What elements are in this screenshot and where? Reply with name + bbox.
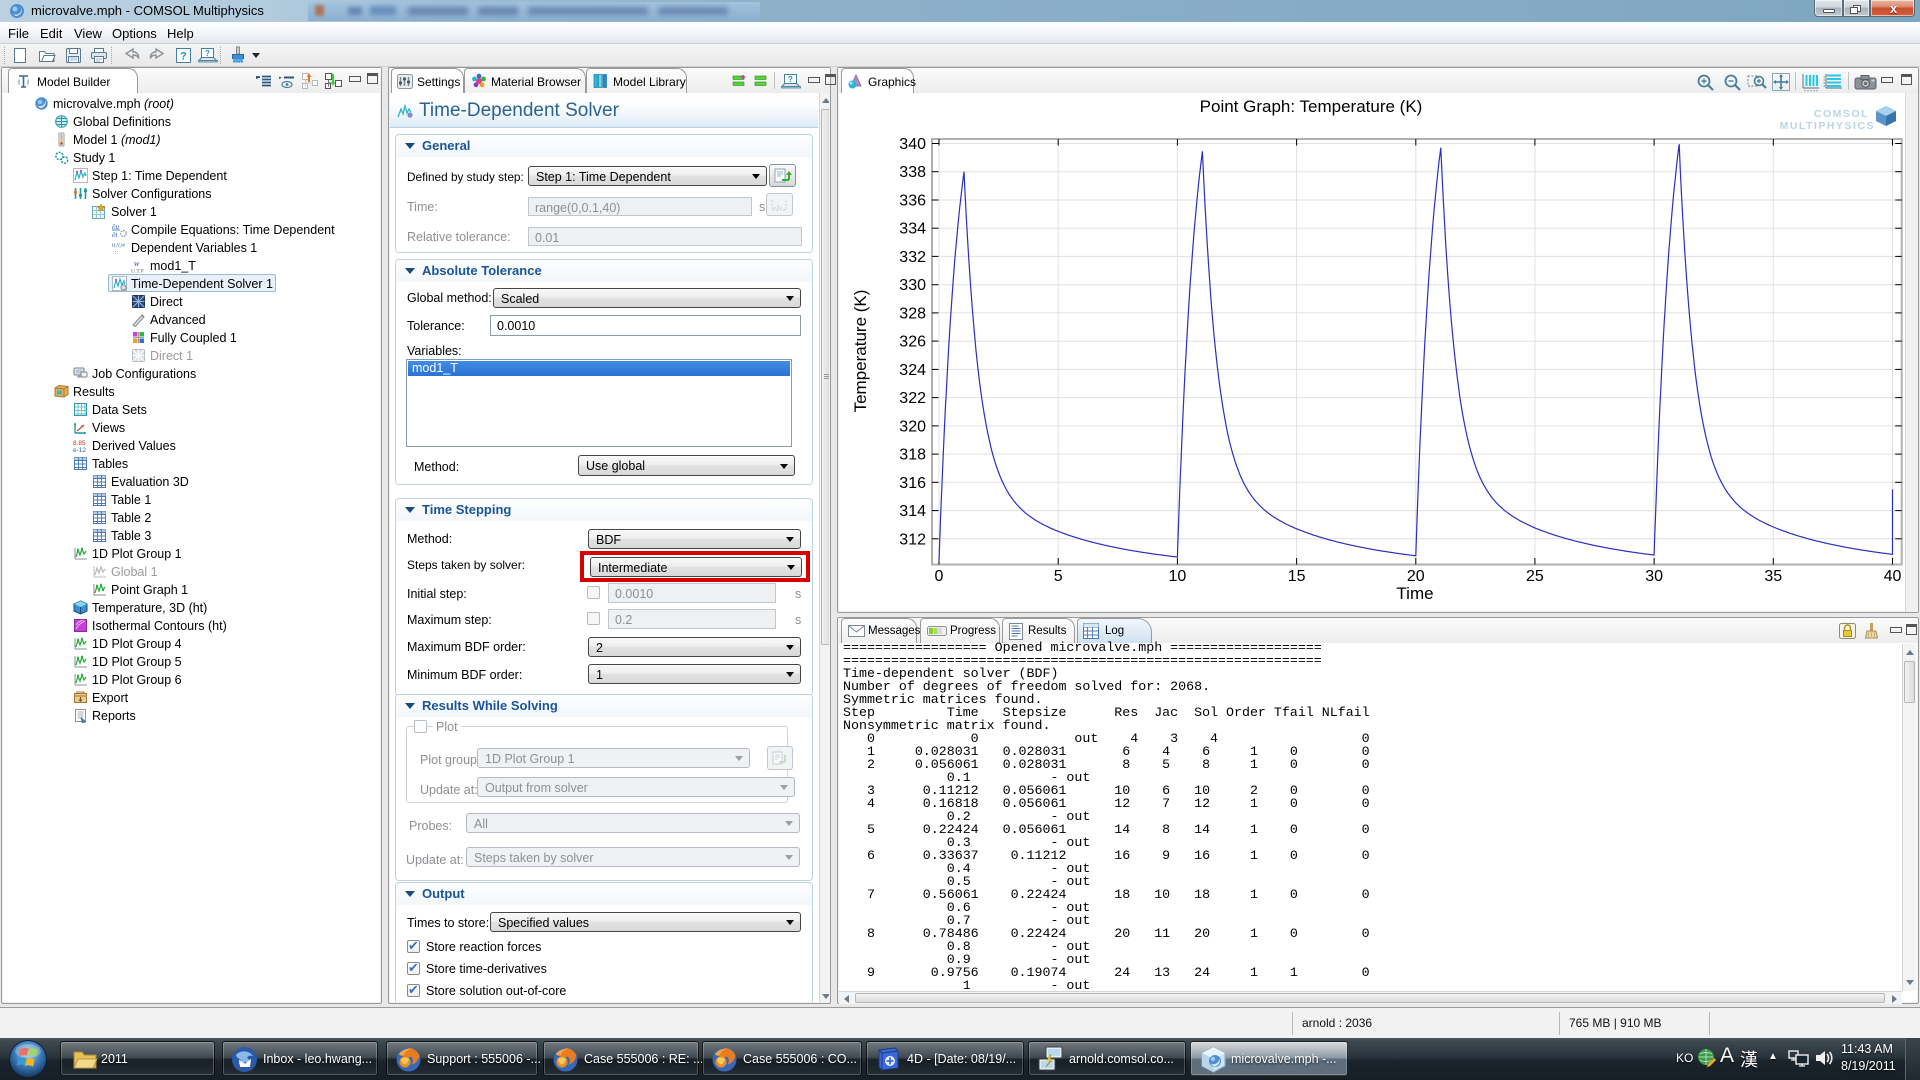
svg-text:0: 0 xyxy=(935,568,944,585)
svg-text:324: 324 xyxy=(899,362,926,379)
svg-text:312: 312 xyxy=(899,531,926,548)
svg-text:∂t: ∂t xyxy=(112,231,118,237)
svg-text:330: 330 xyxy=(899,277,926,294)
svg-text:35: 35 xyxy=(1764,568,1782,585)
svg-text:40: 40 xyxy=(1884,568,1902,585)
svg-text:?: ? xyxy=(788,75,793,84)
svg-text:332: 332 xyxy=(899,249,926,266)
svg-text:322: 322 xyxy=(899,390,926,407)
svg-text:u,v,w: u,v,w xyxy=(112,242,126,249)
svg-text:336: 336 xyxy=(899,193,926,210)
svg-text:Time: Time xyxy=(1396,584,1433,603)
svg-text:318: 318 xyxy=(899,447,926,464)
svg-text:Point Graph: Temperature (K): Point Graph: Temperature (K) xyxy=(1200,97,1423,116)
svg-text:U.T.P: U.T.P xyxy=(131,269,144,274)
svg-text:320: 320 xyxy=(899,418,926,435)
svg-text:8.85: 8.85 xyxy=(73,440,86,447)
svg-text:10: 10 xyxy=(1169,568,1187,585)
svg-text:?: ? xyxy=(205,49,210,58)
svg-text:5: 5 xyxy=(1054,568,1063,585)
svg-text:25: 25 xyxy=(1526,568,1544,585)
svg-text:316: 316 xyxy=(899,475,926,492)
svg-text:328: 328 xyxy=(899,305,926,322)
svg-text:326: 326 xyxy=(899,334,926,351)
svg-text:334: 334 xyxy=(899,221,926,238)
svg-text:20: 20 xyxy=(1407,568,1425,585)
svg-text:30: 30 xyxy=(1645,568,1663,585)
svg-text:MULTIPHYSICS: MULTIPHYSICS xyxy=(1780,120,1875,132)
svg-text::::: ::: xyxy=(113,249,119,255)
svg-text:Temperature (K): Temperature (K) xyxy=(851,290,870,413)
svg-text:w: w xyxy=(134,259,140,268)
svg-text:?: ? xyxy=(180,51,187,63)
svg-text:COMSOL: COMSOL xyxy=(1814,108,1869,120)
svg-text:314: 314 xyxy=(899,503,926,520)
svg-text:338: 338 xyxy=(899,164,926,181)
svg-text:e-12: e-12 xyxy=(73,447,86,453)
svg-text:340: 340 xyxy=(899,136,926,153)
svg-text:15: 15 xyxy=(1288,568,1306,585)
